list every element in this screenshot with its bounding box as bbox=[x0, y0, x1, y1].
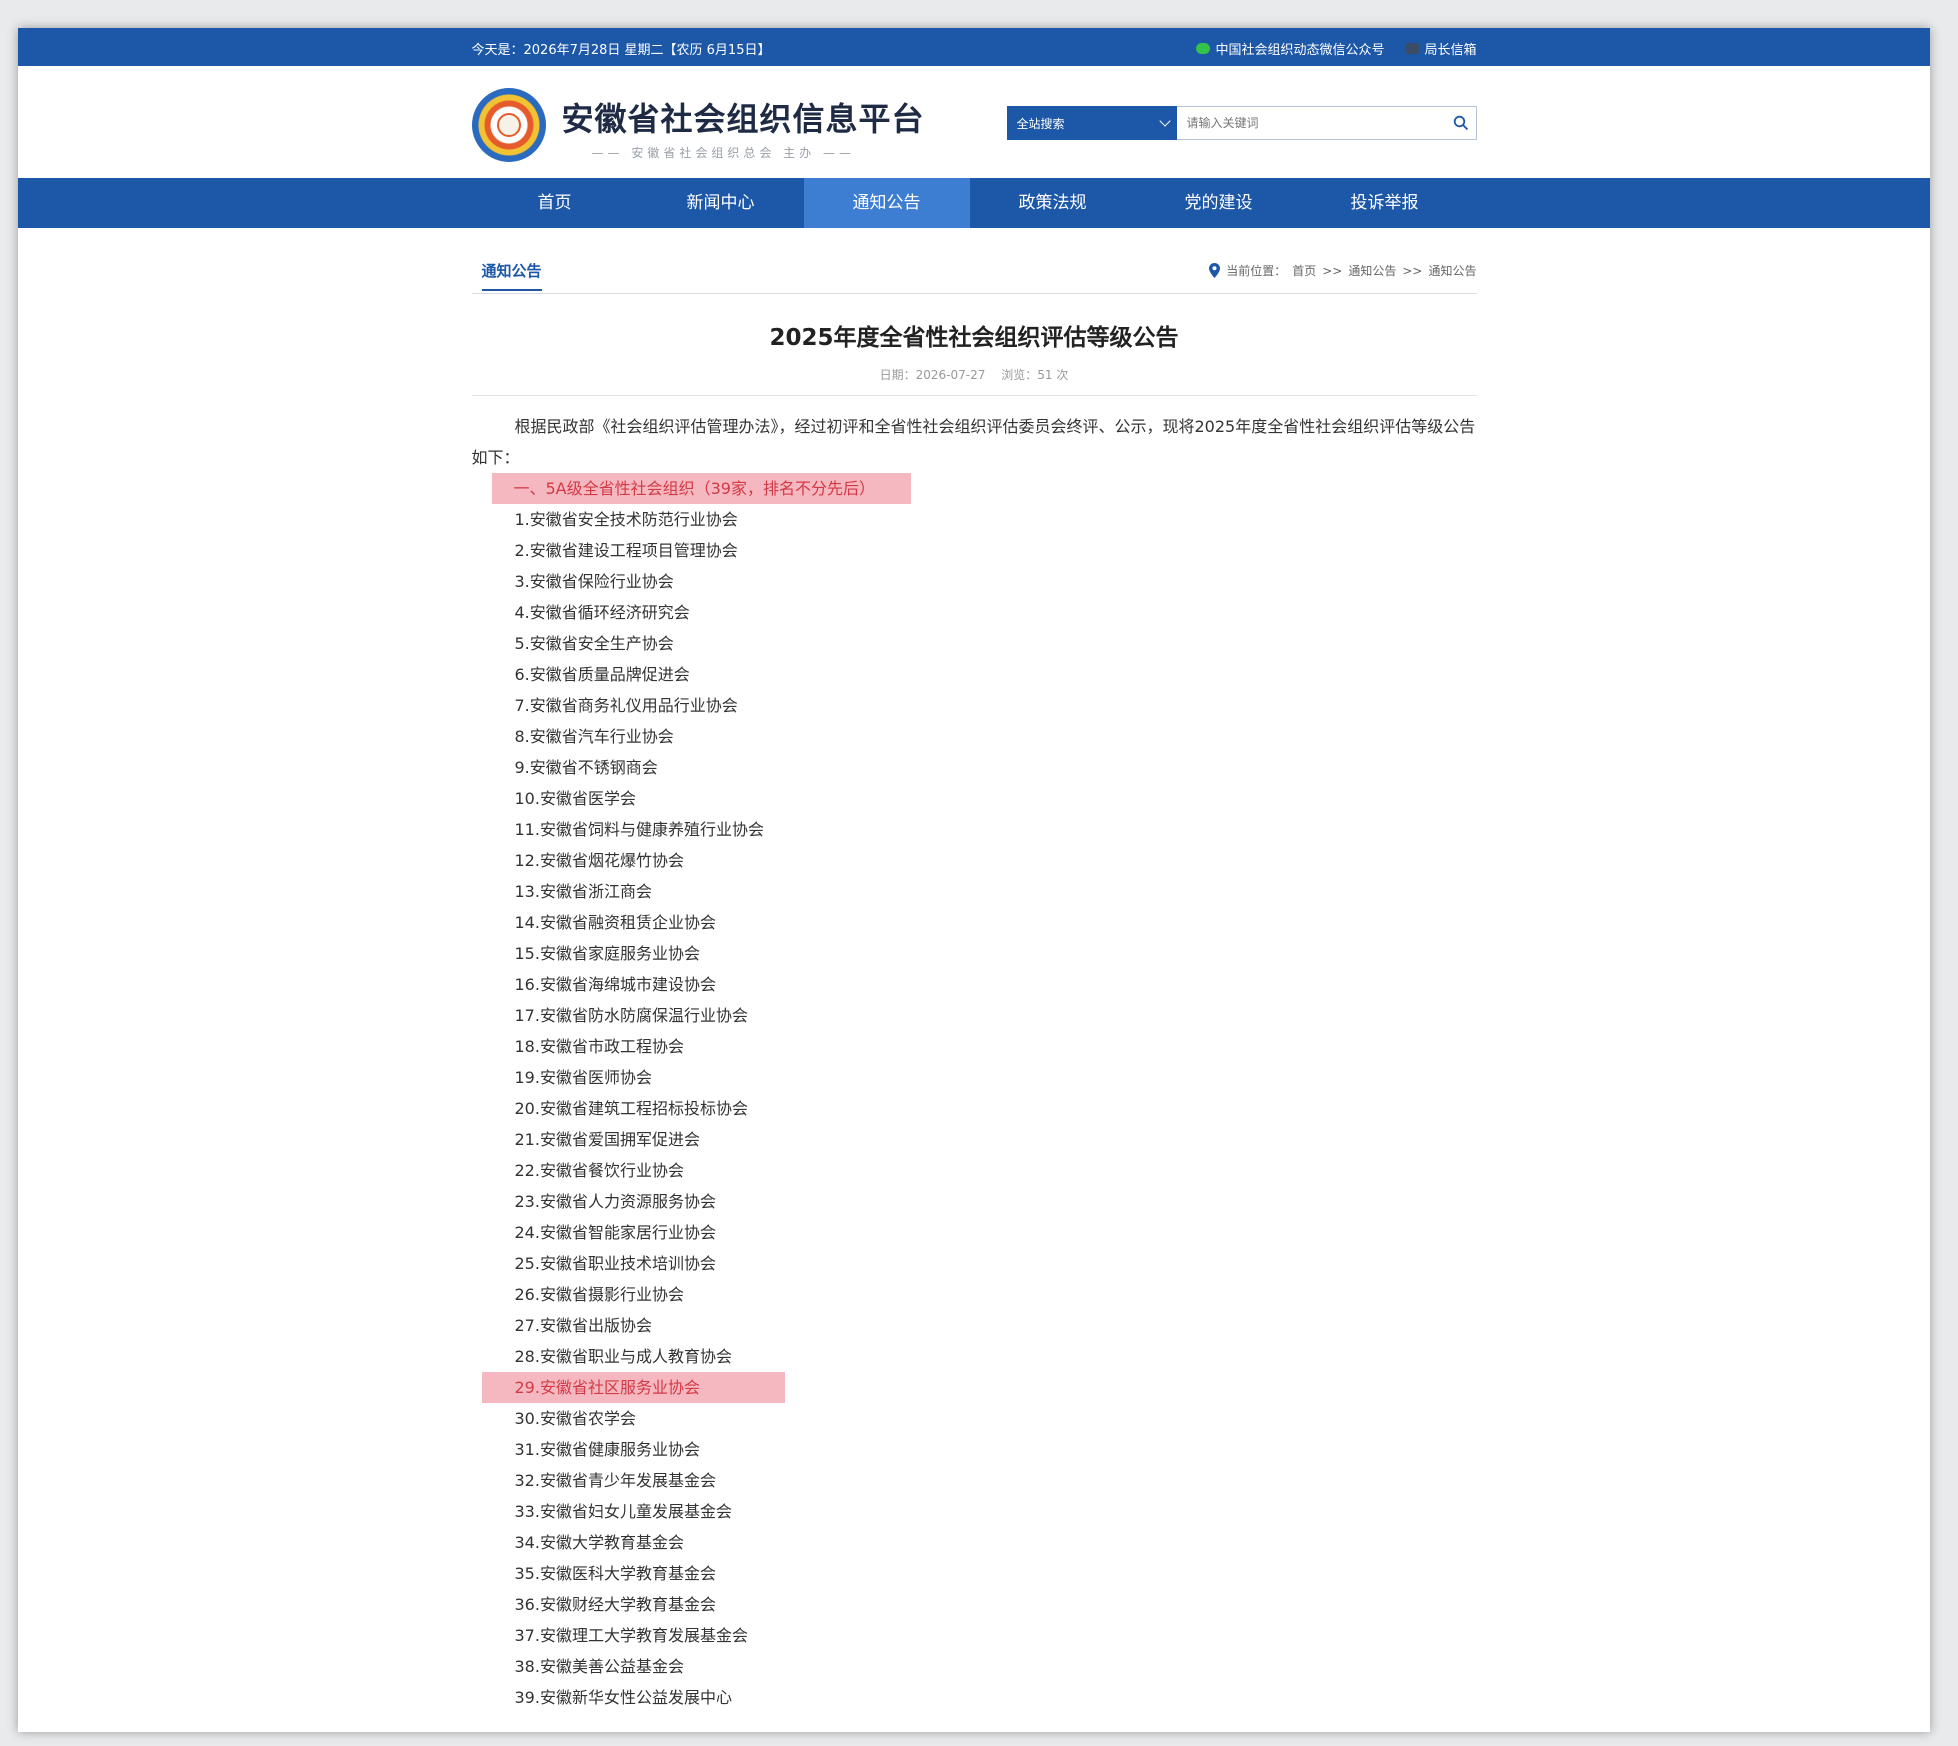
site-logo[interactable] bbox=[471, 88, 546, 162]
nav-news-center[interactable]: 新闻中心 bbox=[638, 178, 804, 228]
nav-policies[interactable]: 政策法规 bbox=[970, 178, 1136, 228]
wechat-link-label: 中国社会组织动态微信公众号 bbox=[1215, 43, 1385, 58]
list-item: 15.安徽省家庭服务业协会 bbox=[514, 944, 700, 963]
list-item: 38.安徽美善公益基金会 bbox=[514, 1657, 684, 1676]
list-item: 19.安徽省医师协会 bbox=[514, 1068, 652, 1087]
section-tab[interactable]: 通知公告 bbox=[481, 260, 542, 291]
list-item: 8.安徽省汽车行业协会 bbox=[514, 727, 674, 746]
breadcrumb-label: 当前位置： bbox=[1226, 264, 1287, 278]
list-item: 32.安徽省青少年发展基金会 bbox=[514, 1471, 716, 1490]
list-item: 3.安徽省保险行业协会 bbox=[514, 572, 674, 591]
list-item: 26.安徽省摄影行业协会 bbox=[514, 1285, 684, 1304]
search-scope-label: 全站搜索 bbox=[1016, 116, 1065, 131]
breadcrumb-separator: >> bbox=[1322, 263, 1343, 278]
list-item-highlighted: 29.安徽省社区服务业协会 bbox=[481, 1372, 785, 1403]
list-item: 24.安徽省智能家居行业协会 bbox=[514, 1223, 716, 1242]
list-item: 35.安徽医科大学教育基金会 bbox=[514, 1564, 716, 1583]
list-item: 36.安徽财经大学教育基金会 bbox=[514, 1595, 716, 1614]
main-nav: 首页 新闻中心 通知公告 政策法规 党的建设 投诉举报 bbox=[18, 178, 1930, 228]
list-item: 34.安徽大学教育基金会 bbox=[514, 1533, 684, 1552]
search-scope-select[interactable]: 全站搜索 bbox=[1006, 106, 1177, 140]
list-item: 11.安徽省饲料与健康养殖行业协会 bbox=[514, 820, 764, 839]
list-item: 23.安徽省人力资源服务协会 bbox=[514, 1192, 716, 1211]
article-meta: 日期：2026-07-27 浏览：51 次 bbox=[472, 366, 1477, 383]
breadcrumb-current[interactable]: 通知公告 bbox=[1428, 262, 1476, 279]
site-subtitle: —— 安徽省社会组织总会 主办 —— bbox=[591, 146, 855, 160]
list-item: 18.安徽省市政工程协会 bbox=[514, 1037, 684, 1056]
list-item: 12.安徽省烟花爆竹协会 bbox=[514, 851, 684, 870]
article-title: 2025年度全省性社会组织评估等级公告 bbox=[769, 325, 1179, 351]
location-pin-icon bbox=[1209, 263, 1221, 278]
list-item: 1.安徽省安全技术防范行业协会 bbox=[514, 510, 738, 529]
list-item: 6.安徽省质量品牌促进会 bbox=[514, 665, 690, 684]
list-item: 9.安徽省不锈钢商会 bbox=[514, 758, 658, 777]
article-date: 日期：2026-07-27 bbox=[879, 368, 986, 382]
chevron-down-icon bbox=[1158, 115, 1171, 127]
list-item: 16.安徽省海绵城市建设协会 bbox=[514, 975, 716, 994]
wechat-link[interactable]: 中国社会组织动态微信公众号 bbox=[1196, 39, 1384, 58]
list-item: 5.安徽省安全生产协会 bbox=[514, 634, 674, 653]
search-input[interactable] bbox=[1176, 106, 1477, 140]
main-content: 通知公告 当前位置： 首页 >> 通知公告 >> 通知公告 2025年度全省性社… bbox=[471, 260, 1477, 1713]
mailbox-icon bbox=[1406, 43, 1420, 54]
list-item: 31.安徽省健康服务业协会 bbox=[514, 1440, 700, 1459]
list-item: 39.安徽新华女性公益发展中心 bbox=[514, 1688, 732, 1707]
list-item: 30.安徽省农学会 bbox=[514, 1409, 636, 1428]
list-item: 2.安徽省建设工程项目管理协会 bbox=[514, 541, 738, 560]
section-heading-5a: 一、5A级全省性社会组织（39家，排名不分先后） bbox=[491, 473, 911, 504]
list-item: 14.安徽省融资租赁企业协会 bbox=[514, 913, 716, 932]
breadcrumb-notices[interactable]: 通知公告 bbox=[1348, 262, 1396, 279]
site-name[interactable]: 安徽省社会组织信息平台 bbox=[562, 94, 925, 140]
top-bar: 今天是：2026年7月28日 星期二【农历 6月15日】 中国社会组织动态微信公… bbox=[18, 28, 1930, 66]
list-item: 4.安徽省循环经济研究会 bbox=[514, 603, 690, 622]
list-item: 27.安徽省出版协会 bbox=[514, 1316, 652, 1335]
site-header: 安徽省社会组织信息平台 —— 安徽省社会组织总会 主办 —— 全站搜索 bbox=[18, 66, 1930, 178]
nav-notices[interactable]: 通知公告 bbox=[803, 178, 970, 228]
list-item: 25.安徽省职业技术培训协会 bbox=[514, 1254, 716, 1273]
breadcrumb: 当前位置： 首页 >> 通知公告 >> 通知公告 bbox=[1209, 262, 1477, 279]
search-bar: 全站搜索 bbox=[1006, 106, 1477, 140]
nav-party-building[interactable]: 党的建设 bbox=[1136, 178, 1302, 228]
nav-complaints[interactable]: 投诉举报 bbox=[1302, 178, 1468, 228]
page: 今天是：2026年7月28日 星期二【农历 6月15日】 中国社会组织动态微信公… bbox=[18, 28, 1930, 1732]
list-item: 37.安徽理工大学教育发展基金会 bbox=[514, 1626, 748, 1645]
breadcrumb-separator: >> bbox=[1402, 263, 1423, 278]
list-item: 13.安徽省浙江商会 bbox=[514, 882, 652, 901]
list-item: 28.安徽省职业与成人教育协会 bbox=[514, 1347, 732, 1366]
section-header: 通知公告 当前位置： 首页 >> 通知公告 >> 通知公告 bbox=[471, 260, 1477, 294]
search-icon[interactable] bbox=[1453, 115, 1469, 131]
list-item: 10.安徽省医学会 bbox=[514, 789, 636, 808]
wechat-icon bbox=[1196, 43, 1211, 54]
list-item: 22.安徽省餐饮行业协会 bbox=[514, 1161, 684, 1180]
article-body: 根据民政部《社会组织评估管理办法》，经过初评和全省性社会组织评估委员会终评、公示… bbox=[472, 411, 1477, 1713]
article-intro: 根据民政部《社会组织评估管理办法》，经过初评和全省性社会组织评估委员会终评、公示… bbox=[471, 417, 1476, 467]
organization-list: 1.安徽省安全技术防范行业协会 2.安徽省建设工程项目管理协会 3.安徽省保险行业协… bbox=[472, 504, 1477, 1713]
list-item: 21.安徽省爱国拥军促进会 bbox=[514, 1130, 700, 1149]
divider bbox=[471, 395, 1477, 396]
list-item: 33.安徽省妇女儿童发展基金会 bbox=[514, 1502, 732, 1521]
list-item: 7.安徽省商务礼仪用品行业协会 bbox=[514, 696, 738, 715]
nav-home[interactable]: 首页 bbox=[472, 178, 638, 228]
leader-mailbox-label: 局长信箱 bbox=[1424, 43, 1477, 58]
list-item: 17.安徽省防水防腐保温行业协会 bbox=[514, 1006, 748, 1025]
article-views: 浏览：51 次 bbox=[1001, 368, 1069, 382]
leader-mailbox-link[interactable]: 局长信箱 bbox=[1406, 39, 1477, 58]
current-date: 今天是：2026年7月28日 星期二【农历 6月15日】 bbox=[471, 43, 771, 58]
list-item: 20.安徽省建筑工程招标投标协会 bbox=[514, 1099, 748, 1118]
breadcrumb-home[interactable]: 首页 bbox=[1292, 262, 1316, 279]
